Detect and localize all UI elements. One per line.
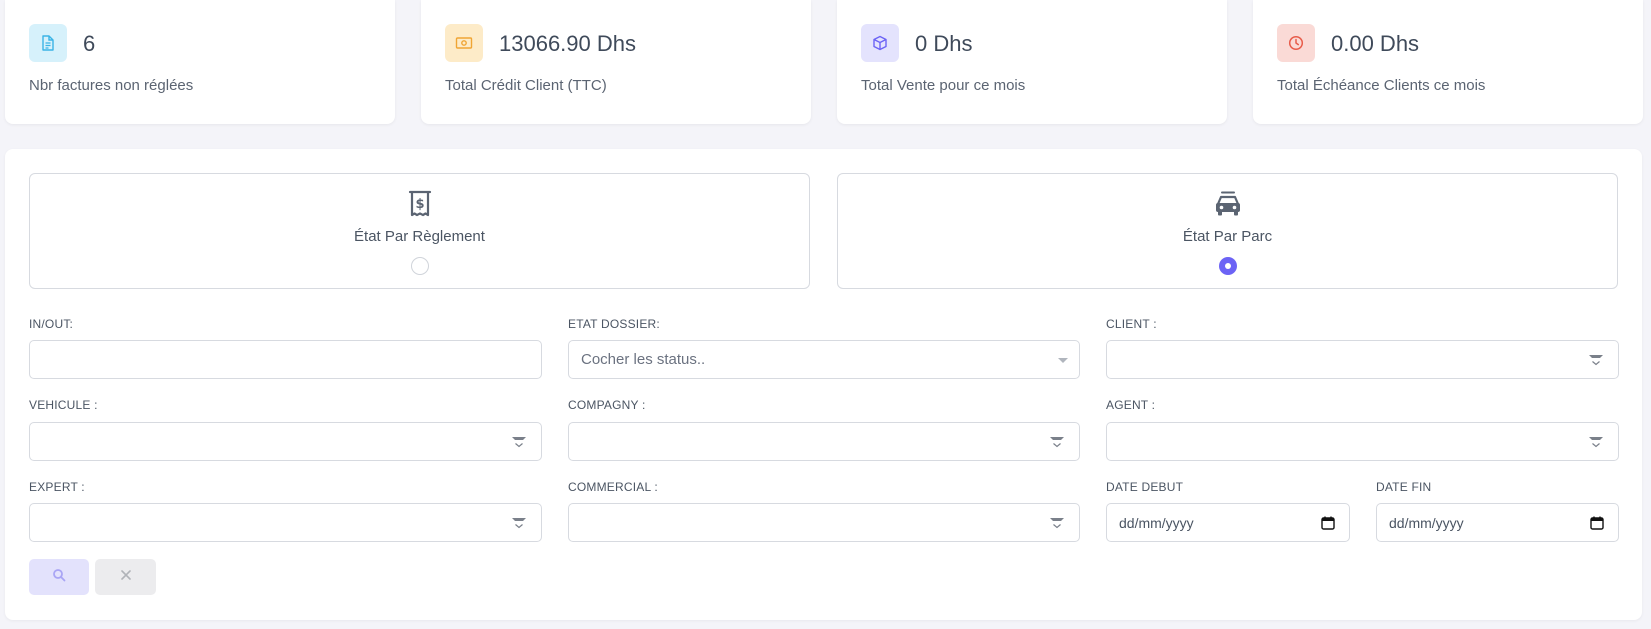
- box-icon: [861, 24, 899, 62]
- select-arrows-icon: [1049, 435, 1065, 454]
- etat-dossier-placeholder: Cocher les status..: [581, 351, 706, 368]
- radio-etat-par-reglement[interactable]: [410, 257, 429, 275]
- date-debut-field[interactable]: dd/mm/yyyy: [1106, 503, 1350, 542]
- stat-label: Nbr factures non réglées: [29, 77, 194, 94]
- select-arrows-icon: [511, 435, 527, 454]
- calendar-icon[interactable]: [1590, 516, 1604, 535]
- document-icon: [29, 24, 67, 62]
- date-debut-label: DATE DEBUT: [1106, 480, 1184, 494]
- stat-card-sales-month: 0 Dhs Total Vente pour ce mois: [837, 0, 1227, 124]
- vehicule-select[interactable]: [29, 422, 542, 461]
- stat-value: 13066.90 Dhs: [499, 31, 636, 56]
- option-etat-par-parc[interactable]: État Par Parc: [837, 173, 1618, 289]
- stat-value: 0 Dhs: [915, 31, 973, 56]
- expert-select[interactable]: [29, 503, 542, 542]
- etat-dossier-select[interactable]: Cocher les status..: [568, 340, 1080, 379]
- clock-icon: [1277, 24, 1315, 62]
- select-arrows-icon: [1049, 516, 1065, 535]
- option-label: État Par Règlement: [354, 228, 485, 245]
- option-label: État Par Parc: [1182, 228, 1273, 245]
- stat-value: 6: [83, 31, 96, 56]
- select-arrows-icon: [1588, 353, 1604, 372]
- stat-label: Total Crédit Client (TTC): [445, 77, 607, 94]
- commercial-label: COMMERCIAL :: [568, 480, 658, 494]
- reset-button[interactable]: [95, 559, 156, 595]
- select-arrows-icon: [511, 516, 527, 535]
- stat-label: Total Vente pour ce mois: [861, 77, 1026, 94]
- select-arrows-icon: [1588, 435, 1604, 454]
- date-debut-placeholder[interactable]: dd/mm/yyyy: [1107, 504, 1349, 541]
- search-icon: [52, 568, 66, 587]
- agent-select[interactable]: [1106, 422, 1619, 461]
- stat-card-due-month: 0.00 Dhs Total Échéance Clients ce mois: [1253, 0, 1643, 124]
- close-icon: [120, 568, 132, 586]
- stat-card-unpaid-invoices: 6 Nbr factures non réglées: [5, 0, 395, 124]
- client-value: [1107, 341, 1618, 378]
- inout-label: IN/OUT:: [29, 317, 74, 331]
- stat-card-credit-client: 13066.90 Dhs Total Crédit Client (TTC): [421, 0, 811, 124]
- car-icon: [1213, 190, 1243, 223]
- svg-text:$: $: [415, 197, 424, 212]
- etat-dossier-label: ETAT DOSSIER:: [568, 317, 660, 331]
- money-icon: [445, 24, 483, 62]
- radio-etat-par-parc[interactable]: [1218, 257, 1237, 275]
- date-fin-placeholder[interactable]: dd/mm/yyyy: [1377, 504, 1618, 541]
- inout-input[interactable]: [30, 341, 541, 378]
- compagny-select[interactable]: [568, 422, 1080, 461]
- agent-value: [1107, 423, 1618, 460]
- commercial-select[interactable]: [568, 503, 1080, 542]
- agent-label: AGENT :: [1106, 398, 1156, 412]
- stat-value: 0.00 Dhs: [1331, 31, 1420, 56]
- date-fin-label: DATE FIN: [1376, 480, 1432, 494]
- chevron-down-icon: [1058, 358, 1068, 363]
- search-button[interactable]: [29, 559, 89, 595]
- commercial-value: [569, 504, 1079, 541]
- vehicule-label: VEHICULE :: [29, 398, 98, 412]
- vehicule-value: [30, 423, 541, 460]
- expert-value: [30, 504, 541, 541]
- option-etat-par-reglement[interactable]: $ État Par Règlement: [29, 173, 810, 289]
- compagny-label: COMPAGNY :: [568, 398, 646, 412]
- inout-field[interactable]: [29, 340, 542, 379]
- expert-label: EXPERT :: [29, 480, 85, 494]
- date-fin-field[interactable]: dd/mm/yyyy: [1376, 503, 1619, 542]
- compagny-value: [569, 423, 1079, 460]
- client-label: CLIENT :: [1106, 317, 1157, 331]
- calendar-icon[interactable]: [1321, 516, 1335, 535]
- dollar-receipt-icon: $: [407, 190, 433, 223]
- client-select[interactable]: [1106, 340, 1619, 379]
- stat-label: Total Échéance Clients ce mois: [1277, 77, 1486, 94]
